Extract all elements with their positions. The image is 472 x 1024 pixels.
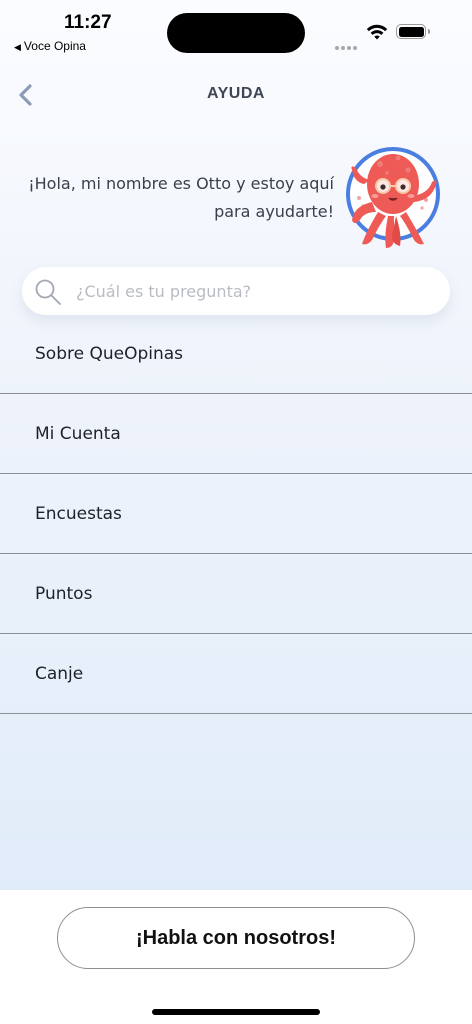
list-item-encuestas[interactable]: Encuestas [0,474,472,554]
status-time: 11:27 [64,12,112,33]
search-bar[interactable] [22,267,450,315]
back-app-label: Voce Opina [23,39,86,53]
contact-us-button[interactable]: ¡Habla con nosotros! [57,907,415,969]
back-triangle-icon: ◀ [14,42,21,52]
list-item-label: Puntos [35,583,93,604]
wifi-icon [366,24,388,40]
list-item-canje[interactable]: Canje [0,634,472,714]
back-to-app-link[interactable]: ◀ Voce Opina [14,39,86,53]
list-item-puntos[interactable]: Puntos [0,554,472,634]
list-item-label: Encuestas [35,503,122,524]
home-indicator[interactable] [152,1009,320,1015]
status-bar: 11:27 ◀ Voce Opina [0,0,472,60]
list-item-label: Mi Cuenta [35,423,121,444]
list-item-label: Sobre QueOpinas [35,343,184,364]
bottom-bar: ¡Habla con nosotros! [0,890,472,1024]
list-item-label: Canje [35,663,84,684]
help-topics-list: Sobre QueOpinas Mi Cuenta Encuestas Punt… [0,314,472,714]
list-item-sobre-queopinas[interactable]: Sobre QueOpinas [0,314,472,394]
header: AYUDA [0,72,472,118]
search-icon [35,279,61,305]
greeting-text: ¡Hola, mi nombre es Otto y estoy aquí pa… [28,174,334,221]
page-title: AYUDA [207,85,265,102]
cellular-signal-icon [335,35,359,54]
search-input[interactable] [76,267,436,315]
dynamic-island [167,13,305,53]
help-screen: 11:27 ◀ Voce Opina AYUDA ¡Hola, mi nombre… [0,0,472,890]
battery-icon [396,24,430,39]
list-item-mi-cuenta[interactable]: Mi Cuenta [0,394,472,474]
octopus-mascot-icon [346,147,440,248]
